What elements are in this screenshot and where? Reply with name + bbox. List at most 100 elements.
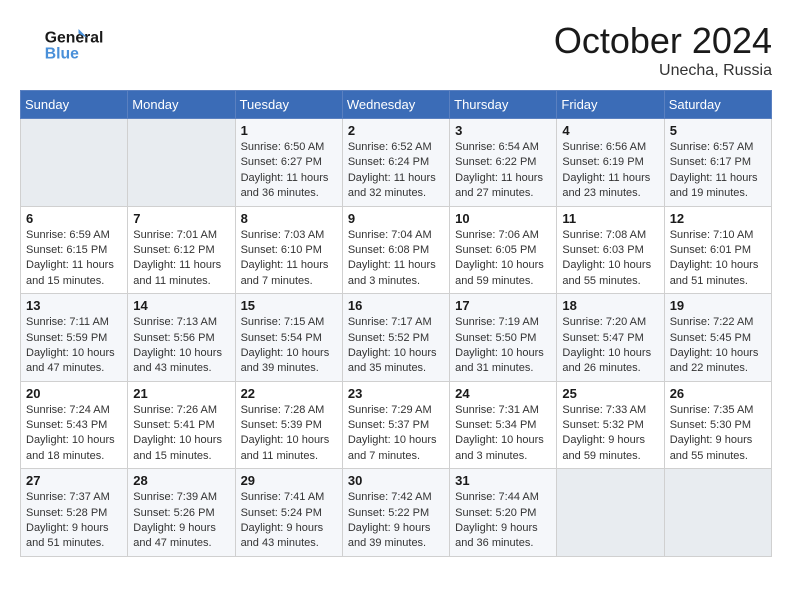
calendar-cell: 25 Sunrise: 7:33 AM Sunset: 5:32 PM Dayli… <box>557 381 664 469</box>
calendar-cell: 7 Sunrise: 7:01 AM Sunset: 6:12 PM Daylig… <box>128 206 235 294</box>
day-info: Sunrise: 7:37 AM Sunset: 5:28 PM Dayligh… <box>26 490 122 552</box>
calendar-cell: 11 Sunrise: 7:08 AM Sunset: 6:03 PM Dayli… <box>557 206 664 294</box>
day-number: 26 <box>670 386 766 401</box>
calendar-cell: 23 Sunrise: 7:29 AM Sunset: 5:37 PM Dayli… <box>342 381 449 469</box>
day-number: 3 <box>455 123 551 138</box>
logo-icon: General Blue <box>20 20 110 65</box>
month-title: October 2024 <box>554 20 772 62</box>
day-number: 11 <box>562 211 658 226</box>
weekday-header: Thursday <box>450 91 557 119</box>
day-number: 21 <box>133 386 229 401</box>
calendar-cell: 10 Sunrise: 7:06 AM Sunset: 6:05 PM Dayli… <box>450 206 557 294</box>
day-info: Sunrise: 6:50 AM Sunset: 6:27 PM Dayligh… <box>241 140 337 202</box>
calendar-cell: 29 Sunrise: 7:41 AM Sunset: 5:24 PM Dayli… <box>235 469 342 557</box>
day-info: Sunrise: 7:20 AM Sunset: 5:47 PM Dayligh… <box>562 315 658 377</box>
day-info: Sunrise: 7:06 AM Sunset: 6:05 PM Dayligh… <box>455 228 551 290</box>
calendar-week-row: 1 Sunrise: 6:50 AM Sunset: 6:27 PM Daylig… <box>21 119 772 207</box>
calendar-cell: 16 Sunrise: 7:17 AM Sunset: 5:52 PM Dayli… <box>342 294 449 382</box>
day-info: Sunrise: 7:11 AM Sunset: 5:59 PM Dayligh… <box>26 315 122 377</box>
calendar-cell: 26 Sunrise: 7:35 AM Sunset: 5:30 PM Dayli… <box>664 381 771 469</box>
day-number: 12 <box>670 211 766 226</box>
weekday-header: Sunday <box>21 91 128 119</box>
calendar-cell: 9Sunrise: 7:04 AM Sunset: 6:08 PM Daylig… <box>342 206 449 294</box>
svg-text:Blue: Blue <box>45 45 79 62</box>
day-info: Sunrise: 7:42 AM Sunset: 5:22 PM Dayligh… <box>348 490 444 552</box>
day-number: 5 <box>670 123 766 138</box>
day-number: 25 <box>562 386 658 401</box>
weekday-header: Saturday <box>664 91 771 119</box>
day-number: 15 <box>241 298 337 313</box>
day-info: Sunrise: 7:24 AM Sunset: 5:43 PM Dayligh… <box>26 403 122 465</box>
calendar-cell: 27 Sunrise: 7:37 AM Sunset: 5:28 PM Dayli… <box>21 469 128 557</box>
day-info: Sunrise: 6:59 AM Sunset: 6:15 PM Dayligh… <box>26 228 122 290</box>
day-info: Sunrise: 7:10 AM Sunset: 6:01 PM Dayligh… <box>670 228 766 290</box>
day-info: Sunrise: 7:41 AM Sunset: 5:24 PM Dayligh… <box>241 490 337 552</box>
day-number: 2 <box>348 123 444 138</box>
day-number: 16 <box>348 298 444 313</box>
day-number: 8 <box>241 211 337 226</box>
day-number: 20 <box>26 386 122 401</box>
calendar-week-row: 27 Sunrise: 7:37 AM Sunset: 5:28 PM Dayli… <box>21 469 772 557</box>
day-number: 27 <box>26 473 122 488</box>
day-info: Sunrise: 7:22 AM Sunset: 5:45 PM Dayligh… <box>670 315 766 377</box>
day-info: Sunrise: 7:17 AM Sunset: 5:52 PM Dayligh… <box>348 315 444 377</box>
day-number: 23 <box>348 386 444 401</box>
calendar-cell: 20 Sunrise: 7:24 AM Sunset: 5:43 PM Dayli… <box>21 381 128 469</box>
day-info: Sunrise: 7:31 AM Sunset: 5:34 PM Dayligh… <box>455 403 551 465</box>
logo: General Blue <box>20 20 110 65</box>
day-info: Sunrise: 6:56 AM Sunset: 6:19 PM Dayligh… <box>562 140 658 202</box>
day-number: 6 <box>26 211 122 226</box>
day-number: 14 <box>133 298 229 313</box>
svg-text:General: General <box>45 30 104 47</box>
day-number: 28 <box>133 473 229 488</box>
day-info: Sunrise: 7:13 AM Sunset: 5:56 PM Dayligh… <box>133 315 229 377</box>
day-number: 7 <box>133 211 229 226</box>
day-info: Sunrise: 7:03 AM Sunset: 6:10 PM Dayligh… <box>241 228 337 290</box>
calendar-week-row: 6 Sunrise: 6:59 AM Sunset: 6:15 PM Daylig… <box>21 206 772 294</box>
calendar-cell: 1 Sunrise: 6:50 AM Sunset: 6:27 PM Daylig… <box>235 119 342 207</box>
calendar-cell: 28Sunrise: 7:39 AM Sunset: 5:26 PM Dayli… <box>128 469 235 557</box>
day-number: 1 <box>241 123 337 138</box>
calendar-cell: 22Sunrise: 7:28 AM Sunset: 5:39 PM Dayli… <box>235 381 342 469</box>
calendar-cell: 5Sunrise: 6:57 AM Sunset: 6:17 PM Daylig… <box>664 119 771 207</box>
day-number: 19 <box>670 298 766 313</box>
calendar-cell: 8 Sunrise: 7:03 AM Sunset: 6:10 PM Daylig… <box>235 206 342 294</box>
weekday-header: Tuesday <box>235 91 342 119</box>
day-info: Sunrise: 7:08 AM Sunset: 6:03 PM Dayligh… <box>562 228 658 290</box>
day-info: Sunrise: 7:01 AM Sunset: 6:12 PM Dayligh… <box>133 228 229 290</box>
day-info: Sunrise: 6:54 AM Sunset: 6:22 PM Dayligh… <box>455 140 551 202</box>
day-info: Sunrise: 7:19 AM Sunset: 5:50 PM Dayligh… <box>455 315 551 377</box>
day-info: Sunrise: 7:35 AM Sunset: 5:30 PM Dayligh… <box>670 403 766 465</box>
calendar-cell: 14 Sunrise: 7:13 AM Sunset: 5:56 PM Dayli… <box>128 294 235 382</box>
day-number: 31 <box>455 473 551 488</box>
calendar-week-row: 13 Sunrise: 7:11 AM Sunset: 5:59 PM Dayli… <box>21 294 772 382</box>
day-number: 17 <box>455 298 551 313</box>
calendar-cell: 4 Sunrise: 6:56 AM Sunset: 6:19 PM Daylig… <box>557 119 664 207</box>
calendar-cell <box>21 119 128 207</box>
weekday-header: Friday <box>557 91 664 119</box>
calendar-cell: 13 Sunrise: 7:11 AM Sunset: 5:59 PM Dayli… <box>21 294 128 382</box>
calendar-table: SundayMondayTuesdayWednesdayThursdayFrid… <box>20 90 772 557</box>
day-info: Sunrise: 7:28 AM Sunset: 5:39 PM Dayligh… <box>241 403 337 465</box>
day-number: 29 <box>241 473 337 488</box>
day-info: Sunrise: 7:26 AM Sunset: 5:41 PM Dayligh… <box>133 403 229 465</box>
day-info: Sunrise: 7:44 AM Sunset: 5:20 PM Dayligh… <box>455 490 551 552</box>
calendar-cell: 30 Sunrise: 7:42 AM Sunset: 5:22 PM Dayli… <box>342 469 449 557</box>
day-info: Sunrise: 7:29 AM Sunset: 5:37 PM Dayligh… <box>348 403 444 465</box>
day-number: 10 <box>455 211 551 226</box>
calendar-cell: 2 Sunrise: 6:52 AM Sunset: 6:24 PM Daylig… <box>342 119 449 207</box>
calendar-cell: 19 Sunrise: 7:22 AM Sunset: 5:45 PM Dayli… <box>664 294 771 382</box>
calendar-week-row: 20 Sunrise: 7:24 AM Sunset: 5:43 PM Dayli… <box>21 381 772 469</box>
day-info: Sunrise: 7:33 AM Sunset: 5:32 PM Dayligh… <box>562 403 658 465</box>
day-number: 13 <box>26 298 122 313</box>
day-number: 4 <box>562 123 658 138</box>
calendar-cell: 12 Sunrise: 7:10 AM Sunset: 6:01 PM Dayli… <box>664 206 771 294</box>
day-info: Sunrise: 6:52 AM Sunset: 6:24 PM Dayligh… <box>348 140 444 202</box>
calendar-cell <box>557 469 664 557</box>
calendar-cell <box>128 119 235 207</box>
calendar-cell: 31 Sunrise: 7:44 AM Sunset: 5:20 PM Dayli… <box>450 469 557 557</box>
calendar-cell: 15Sunrise: 7:15 AM Sunset: 5:54 PM Dayli… <box>235 294 342 382</box>
day-number: 30 <box>348 473 444 488</box>
day-number: 9 <box>348 211 444 226</box>
calendar-cell: 17 Sunrise: 7:19 AM Sunset: 5:50 PM Dayli… <box>450 294 557 382</box>
